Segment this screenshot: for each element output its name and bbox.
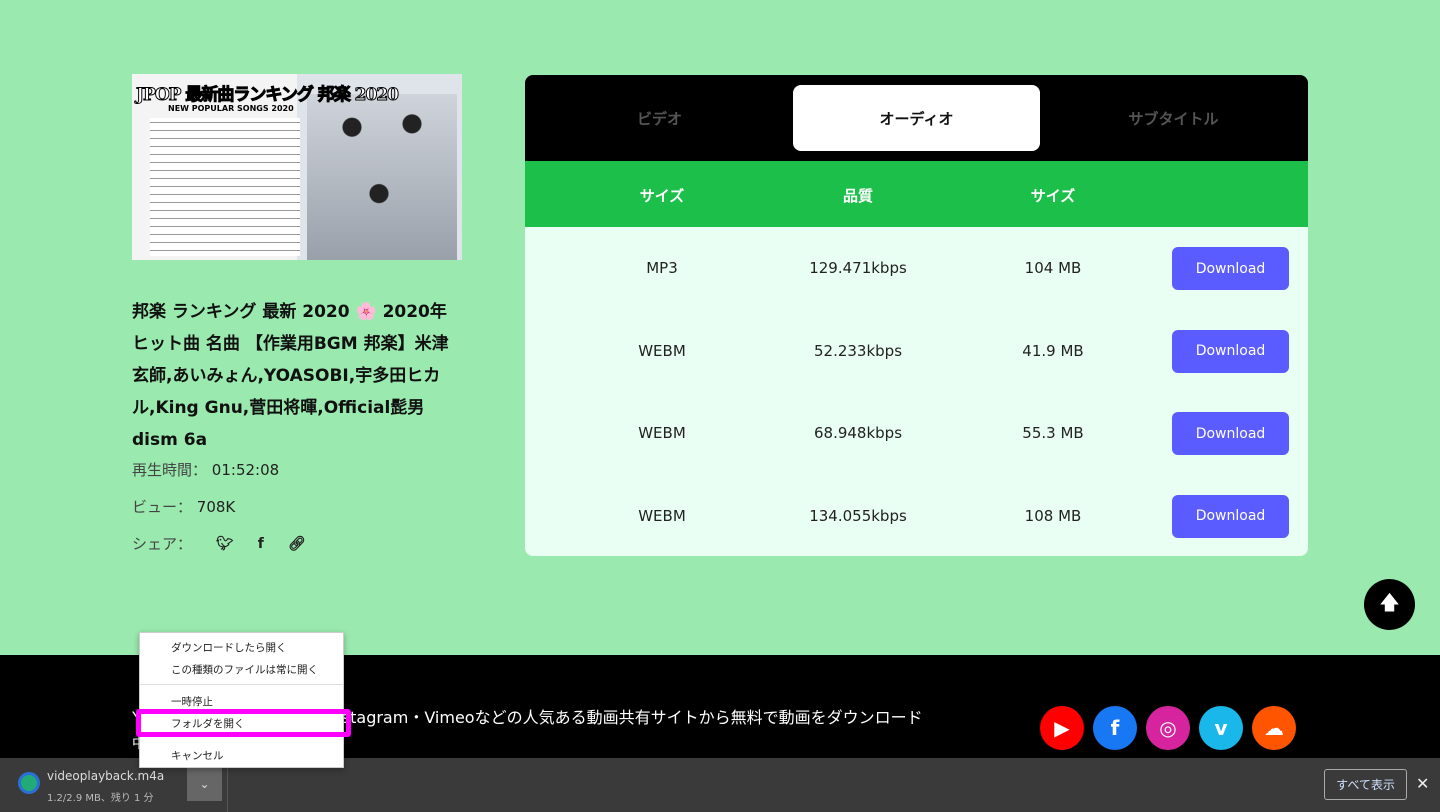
quality-cell: 129.471kbps: [809, 259, 907, 278]
header-quality: 品質: [842, 187, 874, 205]
quality-cell: 52.233kbps: [813, 341, 903, 360]
table-row: WEBM 134.055kbps 108 MB Download: [525, 475, 1308, 557]
download-button[interactable]: Download: [1172, 494, 1289, 538]
menu-item-cancel[interactable]: キャンセル: [171, 748, 224, 763]
scroll-to-top-button[interactable]: 🡅: [1364, 579, 1415, 630]
arrow-up-icon: 🡅: [1379, 589, 1400, 614]
menu-item-open-when-done[interactable]: ダウンロードしたら開く: [171, 640, 287, 655]
download-button[interactable]: Download: [1172, 247, 1289, 290]
instagram-icon[interactable]: ◎: [1146, 706, 1190, 750]
menu-item-always-open[interactable]: この種類のファイルは常に開く: [171, 662, 318, 677]
facebook-icon[interactable]: f: [1093, 706, 1137, 750]
quality-cell: 134.055kbps: [809, 506, 907, 525]
format-cell: MP3: [646, 259, 678, 278]
tab-subtitle[interactable]: サブタイトル: [1050, 85, 1297, 151]
format-cell: WEBM: [638, 341, 686, 360]
soundcloud-icon[interactable]: ☁: [1252, 706, 1296, 750]
download-status: 1.2/2.9 MB、残り 1 分: [47, 793, 154, 804]
file-icon: [18, 772, 40, 794]
tab-video[interactable]: ビデオ: [536, 85, 783, 151]
video-thumbnail: JPOP 最新曲ランキング 邦楽 2020 NEW POPULAR SONGS …: [132, 74, 462, 260]
quality-cell: 68.948kbps: [813, 424, 903, 443]
duration-value: 01:52:08: [211, 461, 280, 479]
duration-label: 再生時間：: [132, 461, 208, 479]
download-button[interactable]: Download: [1172, 329, 1289, 373]
vimeo-icon[interactable]: v: [1199, 706, 1243, 750]
menu-divider: [140, 684, 343, 685]
format-cell: WEBM: [638, 506, 686, 525]
chevron-down-icon: ⌄: [199, 776, 210, 791]
size-cell: 55.3 MB: [1022, 424, 1084, 443]
thumbnail-subtitle: NEW POPULAR SONGS 2020: [168, 104, 294, 113]
youtube-icon[interactable]: ▶: [1040, 706, 1084, 750]
share-label: シェア：: [132, 535, 193, 553]
header-format: サイズ: [639, 187, 685, 205]
download-card: ビデオ オーディオ サブタイトル サイズ 品質 サイズ MP3 129.471k…: [525, 75, 1308, 556]
size-cell: 41.9 MB: [1022, 341, 1084, 360]
views-row: ビュー： 708K: [132, 496, 235, 517]
table-row: MP3 129.471kbps 104 MB Download: [525, 227, 1308, 310]
close-icon[interactable]: ✕: [1416, 774, 1429, 793]
twitter-icon[interactable]: 🐦︎: [216, 536, 234, 552]
format-cell: WEBM: [638, 424, 686, 443]
facebook-share-icon[interactable]: f: [258, 536, 264, 552]
format-tabs: ビデオ オーディオ サブタイトル: [525, 75, 1308, 161]
tab-audio[interactable]: オーディオ: [793, 85, 1040, 151]
thumbnail-title: JPOP 最新曲ランキング 邦楽 2020: [136, 85, 400, 106]
menu-item-pause[interactable]: 一時停止: [171, 694, 213, 709]
size-cell: 104 MB: [1024, 259, 1082, 278]
artist-photo: [307, 94, 457, 260]
table-row: WEBM 68.948kbps 55.3 MB Download: [525, 392, 1308, 475]
table-row: WEBM 52.233kbps 41.9 MB Download: [525, 310, 1308, 393]
duration-row: 再生時間： 01:52:08: [132, 459, 279, 480]
link-icon[interactable]: 🔗︎: [288, 536, 306, 552]
tracklist-graphic: [150, 118, 300, 256]
table-header: サイズ 品質 サイズ: [525, 161, 1308, 227]
views-label: ビュー：: [132, 498, 193, 516]
header-size: サイズ: [1030, 187, 1076, 205]
menu-item-open-folder[interactable]: フォルダを開く: [171, 716, 245, 731]
share-row: シェア： 🐦︎ f 🔗︎: [132, 533, 306, 554]
download-button[interactable]: Download: [1172, 412, 1289, 455]
download-context-menu: ダウンロードしたら開く この種類のファイルは常に開く 一時停止 フォルダを開く …: [136, 632, 351, 768]
video-title: 邦楽 ランキング 最新 2020 🌸 2020年ヒット曲 名曲 【作業用BGM …: [132, 302, 449, 450]
size-cell: 108 MB: [1024, 506, 1082, 525]
views-value: 708K: [196, 498, 236, 516]
download-options-button[interactable]: ⌄: [187, 766, 222, 801]
show-all-button[interactable]: すべて表示: [1324, 769, 1407, 800]
download-filename[interactable]: videoplayback.m4a: [47, 769, 164, 783]
footer-text-main: stagram・Vimeoなどの人気ある動画共有サイトから無料で動画をダウンロー…: [341, 708, 923, 727]
